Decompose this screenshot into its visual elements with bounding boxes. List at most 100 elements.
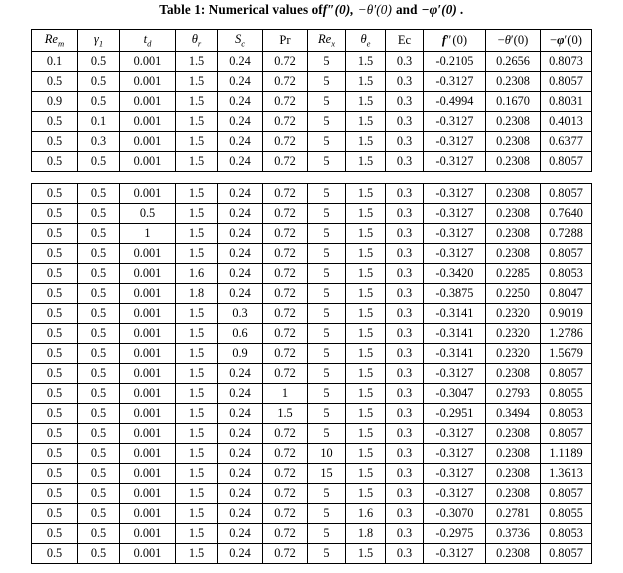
table-cell: 0.001 [119,263,176,284]
table-cell: 0.5 [31,243,78,264]
table-block-two: 0.5 0.5 0.001 1.5 0.24 0.72 5 1.5 0.3 -0.3127 0.23… [31,183,592,564]
table-cell: 0.24 [217,463,263,484]
table-cell: 1.6 [175,263,218,284]
table-cell: 0.24 [217,543,263,564]
table-cell: 0.001 [119,463,176,484]
table-cell: 0.001 [119,183,176,204]
table-cell: 0.72 [262,463,308,484]
table-cell: 0.5 [31,423,78,444]
table-cell: 0.72 [262,283,308,304]
table-cell: 0.3 [385,363,424,384]
table-cell: 15 [307,463,346,484]
table-cell: 0.5 [77,263,120,284]
table-cell: 1.5 [175,383,218,404]
table-cell: 0.5 [77,243,120,264]
table-cell: 0.2781 [485,503,541,524]
table-cell: 0.2308 [485,71,541,92]
table-cell: 0.24 [217,223,263,244]
table-cell: 0.24 [217,51,263,72]
table-cell: 0.5 [77,51,120,72]
table-cell: 1.5 [175,303,218,324]
column-header-minus-theta-prime-0: −θ′(0) [485,29,541,52]
table-cell: 0.2308 [485,223,541,244]
table-cell: 1.5 [262,403,308,424]
table-cell: 1.5 [175,403,218,424]
table-row: 0.5 0.5 0.001 1.5 0.24 0.72 5 1.5 0.3 -0.3127 0.23… [31,543,592,564]
table-cell: 0.3 [385,243,424,264]
table-cell: 0.24 [217,443,263,464]
table-block-one: Rem γ1 td θr Sc Pr Rex θe Ec f″ (0) −θ′(… [31,29,592,172]
table-cell: 0.5 [31,203,78,224]
table-cell: 1.5 [175,423,218,444]
table-cell: 0.001 [119,423,176,444]
table-row: 0.5 0.5 0.001 1.5 0.24 0.72 15 1.5 0.3 -0.3127 0.2… [31,463,592,484]
table-cell: 1.1189 [540,443,592,464]
table-cell: -0.3127 [423,223,486,244]
table-cell: 0.2250 [485,283,541,304]
table-cell: 0.1 [77,111,120,132]
table-row: 0.5 0.5 0.001 1.5 0.24 1.5 5 1.5 0.3 -0.2951 0.349… [31,403,592,424]
table-row: 0.5 0.5 1 1.5 0.24 0.72 5 1.5 0.3 -0.3127 0.2308 0.… [31,223,592,244]
table-cell: -0.3127 [423,131,486,152]
table-cell: 0.2308 [485,363,541,384]
table-cell: 0.5 [31,131,78,152]
table-cell: 0.3 [385,223,424,244]
table-cell: 0.3 [385,463,424,484]
table-cell: 1.3613 [540,463,592,484]
caption-term-f-double-prime: f″(0), [322,2,354,17]
table-cell: 0.72 [262,343,308,364]
column-header-s-c: Sc [217,29,263,52]
table-cell: 0.24 [217,383,263,404]
table-cell: 0.5 [77,463,120,484]
table-cell: 0.001 [119,111,176,132]
table-cell: 0.3 [385,383,424,404]
table-body-block-one: 0.1 0.5 0.001 1.5 0.24 0.72 5 1.5 0.3 -0.2105 0.26… [31,51,592,172]
table-cell: 0.72 [262,523,308,544]
table-cell: 1.5 [175,503,218,524]
table-cell: 0.8073 [540,51,592,72]
table-row: 0.5 0.5 0.001 1.5 0.24 1 5 1.5 0.3 -0.3047 0.2793 0… [31,383,592,404]
table-row: 0.5 0.3 0.001 1.5 0.24 0.72 5 1.5 0.3 -0.3127 0.23… [31,131,592,152]
table-cell: 0.3 [385,91,424,112]
table-row: 0.5 0.5 0.001 1.5 0.3 0.72 5 1.5 0.3 -0.3141 0.232… [31,303,592,324]
column-header-theta-e: θe [345,29,386,52]
table-cell: -0.3127 [423,543,486,564]
table-cell: 0.24 [217,403,263,424]
table-cell: 0.72 [262,303,308,324]
table-cell: 5 [307,503,346,524]
table-cell: 1.5 [345,443,386,464]
table-cell: 0.24 [217,151,263,172]
table-cell: 0.001 [119,151,176,172]
table-cell: 0.72 [262,91,308,112]
table-cell: 1.5 [175,131,218,152]
table-cell: 0.72 [262,71,308,92]
table-cell: 0.24 [217,243,263,264]
table-cell: 0.5 [31,543,78,564]
table-cell: 5 [307,243,346,264]
table-cell: 0.8057 [540,483,592,504]
table-cell: 0.5 [31,523,78,544]
table-cell: 0.2285 [485,263,541,284]
table-cell: 0.6377 [540,131,592,152]
table-cell: -0.3047 [423,383,486,404]
table-cell: -0.3127 [423,463,486,484]
table-cell: 5 [307,383,346,404]
table-cell: 1.5 [345,91,386,112]
table-cell: 0.2656 [485,51,541,72]
table-cell: 0.3 [217,303,263,324]
table-cell: 1.5 [175,483,218,504]
table-cell: 1.5 [175,71,218,92]
table-cell: -0.3127 [423,243,486,264]
table-cell: 0.72 [262,223,308,244]
table-cell: 0.3 [385,423,424,444]
table-cell: 0.72 [262,243,308,264]
table-cell: 0.3 [385,51,424,72]
table-cell: 0.5 [31,503,78,524]
table-row: 0.5 0.5 0.001 1.5 0.24 0.72 5 1.8 0.3 -0.2975 0.37… [31,523,592,544]
table-cell: 0.5 [77,383,120,404]
table-row: 0.5 0.5 0.5 1.5 0.24 0.72 5 1.5 0.3 -0.3127 0.2308… [31,203,592,224]
table-row: 0.5 0.1 0.001 1.5 0.24 0.72 5 1.5 0.3 -0.3127 0.23… [31,111,592,132]
table-row: 0.5 0.5 0.001 1.5 0.24 0.72 5 1.5 0.3 -0.3127 0.23… [31,243,592,264]
table-cell: 0.8057 [540,243,592,264]
table-cell: 0.2308 [485,443,541,464]
